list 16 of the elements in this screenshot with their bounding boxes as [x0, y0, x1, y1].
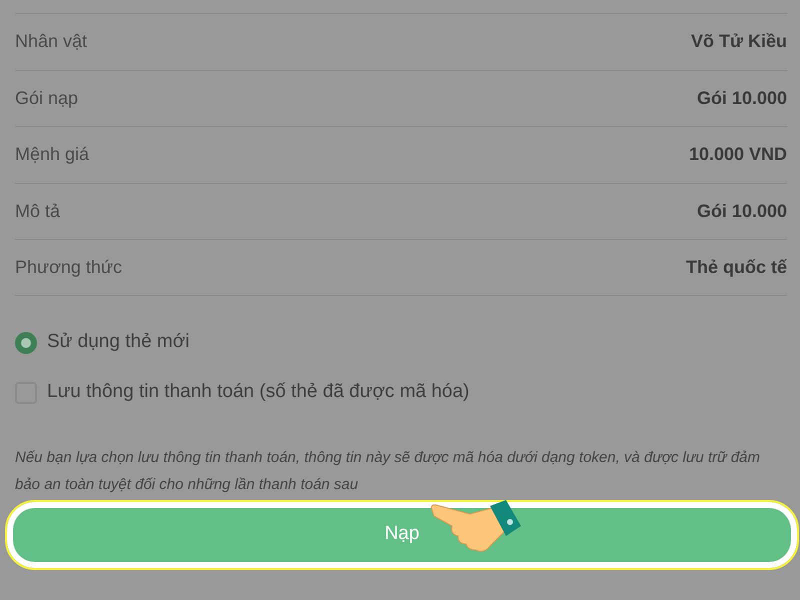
- detail-value: Võ Tử Kiều: [690, 30, 787, 54]
- detail-value: Gói 10.000: [696, 200, 787, 223]
- note-text: Nếu bạn lựa chọn lưu thông tin thanh toán, thông tin này sẽ được mã hóa dưới dạng token, và được lưu trữ đảm bảo an toàn tuyệt đối cho những lần thanh toán sau: [15, 448, 762, 494]
- detail-value: Thẻ quốc tế: [686, 256, 787, 279]
- checkbox-label[interactable]: Lưu thông tin thanh toán (số thẻ đã được mã hóa): [47, 378, 470, 407]
- detail-value: Gói 10.000: [696, 86, 787, 110]
- detail-label: Phương thức: [15, 256, 122, 279]
- detail-label: Mô tả: [15, 200, 60, 223]
- radio-label[interactable]: Sử dụng thẻ mới: [47, 328, 190, 357]
- pointing-hand-icon: [431, 500, 521, 552]
- detail-label: Gói nạp: [15, 86, 78, 110]
- submit-button[interactable]: Nạp: [13, 508, 791, 562]
- radio-button[interactable]: [15, 332, 37, 354]
- detail-label: Nhân vật: [15, 30, 88, 54]
- detail-value: 10.000 VND: [688, 143, 787, 166]
- detail-label: Mệnh giá: [15, 143, 90, 166]
